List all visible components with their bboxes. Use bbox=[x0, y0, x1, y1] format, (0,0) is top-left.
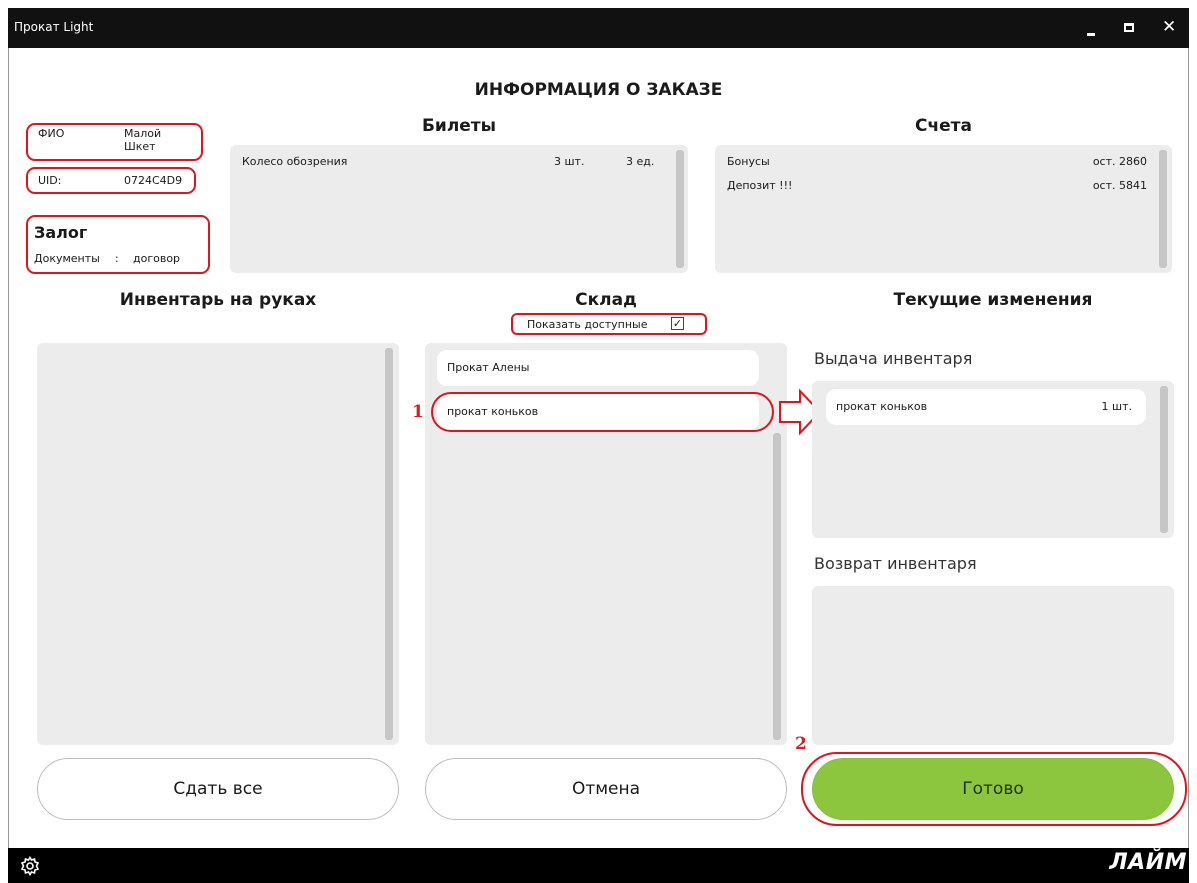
minimize-button[interactable] bbox=[1080, 16, 1104, 40]
return-all-button[interactable]: Сдать все bbox=[37, 758, 399, 820]
account-name: Депозит !!! bbox=[727, 179, 793, 192]
cancel-button[interactable]: Отмена bbox=[425, 758, 787, 820]
show-available-checkbox[interactable]: ✓ bbox=[671, 317, 684, 330]
done-button-highlight bbox=[801, 752, 1187, 826]
maximize-icon bbox=[1124, 23, 1134, 32]
accounts-title: Счета bbox=[914, 116, 972, 136]
deposit-doc-value: договор bbox=[133, 252, 181, 265]
account-row[interactable]: Депозит !!! ост. 5841 bbox=[727, 179, 1147, 195]
annotation-step-1: 1 bbox=[412, 402, 424, 422]
show-available-label: Показать доступные bbox=[527, 318, 648, 331]
tickets-title: Билеты bbox=[421, 116, 497, 136]
ticket-units: 3 ед. bbox=[626, 155, 655, 168]
close-icon: ✕ bbox=[1162, 17, 1177, 37]
ticket-qty: 3 шт. bbox=[554, 155, 585, 168]
annotation-step-2: 2 bbox=[795, 734, 807, 754]
client-name-label: ФИО bbox=[38, 127, 65, 140]
inventory-in-hands-scrollbar[interactable] bbox=[385, 348, 393, 740]
account-name: Бонусы bbox=[727, 155, 770, 168]
minimize-icon bbox=[1087, 33, 1095, 36]
issue-title: Выдача инвентаря bbox=[814, 349, 973, 368]
return-title: Возврат инвентаря bbox=[814, 554, 977, 573]
warehouse-scrollbar[interactable] bbox=[773, 433, 781, 740]
changes-title: Текущие изменения bbox=[893, 290, 1093, 310]
issue-scrollbar[interactable] bbox=[1160, 386, 1168, 533]
ticket-name: Колесо обозрения bbox=[242, 155, 348, 168]
warehouse-title: Склад bbox=[575, 290, 637, 310]
window-title: Прокат Light bbox=[14, 20, 94, 34]
deposit-box: Залог Документы : договор bbox=[26, 215, 210, 274]
client-name-value: Малой Шкет bbox=[124, 127, 162, 153]
show-available-toggle[interactable]: Показать доступные ✓ bbox=[511, 313, 707, 335]
account-rest: ост. 2860 bbox=[1092, 155, 1147, 168]
deposit-separator: : bbox=[115, 252, 119, 265]
issue-item-qty: 1 шт. bbox=[1101, 400, 1132, 413]
tickets-panel: Колесо обозрения 3 шт. 3 ед. bbox=[230, 145, 688, 273]
close-button[interactable]: ✕ bbox=[1158, 16, 1182, 40]
client-uid-box: UID: 0724C4D9 bbox=[26, 167, 196, 194]
issue-item-name: прокат коньков bbox=[836, 400, 928, 413]
selected-item-highlight bbox=[431, 392, 774, 432]
client-name-box: ФИО Малой Шкет bbox=[26, 123, 203, 161]
accounts-scrollbar[interactable] bbox=[1159, 150, 1167, 268]
title-bar: Прокат Light ✕ bbox=[8, 8, 1189, 48]
gear-icon[interactable] bbox=[20, 856, 40, 876]
issue-panel: прокат коньков 1 шт. bbox=[812, 381, 1174, 538]
client-uid-label: UID: bbox=[38, 174, 62, 187]
deposit-title: Залог bbox=[34, 223, 88, 242]
inventory-in-hands-panel bbox=[37, 343, 399, 745]
client-uid-value: 0724C4D9 bbox=[124, 174, 183, 187]
tickets-scrollbar[interactable] bbox=[676, 150, 684, 268]
deposit-doc-label: Документы bbox=[34, 252, 100, 265]
account-row[interactable]: Бонусы ост. 2860 bbox=[727, 155, 1147, 171]
account-rest: ост. 5841 bbox=[1092, 179, 1147, 192]
brand-logo: ЛАЙМ bbox=[1109, 850, 1187, 875]
accounts-panel: Бонусы ост. 2860 Депозит !!! ост. 5841 bbox=[715, 145, 1172, 273]
ticket-row[interactable]: Колесо обозрения 3 шт. 3 ед. bbox=[242, 155, 672, 173]
issue-item[interactable]: прокат коньков 1 шт. bbox=[826, 389, 1146, 425]
return-panel bbox=[812, 586, 1174, 745]
page-title: ИНФОРМАЦИЯ О ЗАКАЗЕ bbox=[474, 80, 723, 100]
inventory-in-hands-title: Инвентарь на руках bbox=[119, 290, 317, 310]
warehouse-item[interactable]: Прокат Алены bbox=[437, 350, 759, 386]
bottom-bar: ЛАЙМ bbox=[8, 848, 1189, 883]
maximize-button[interactable] bbox=[1118, 16, 1142, 40]
